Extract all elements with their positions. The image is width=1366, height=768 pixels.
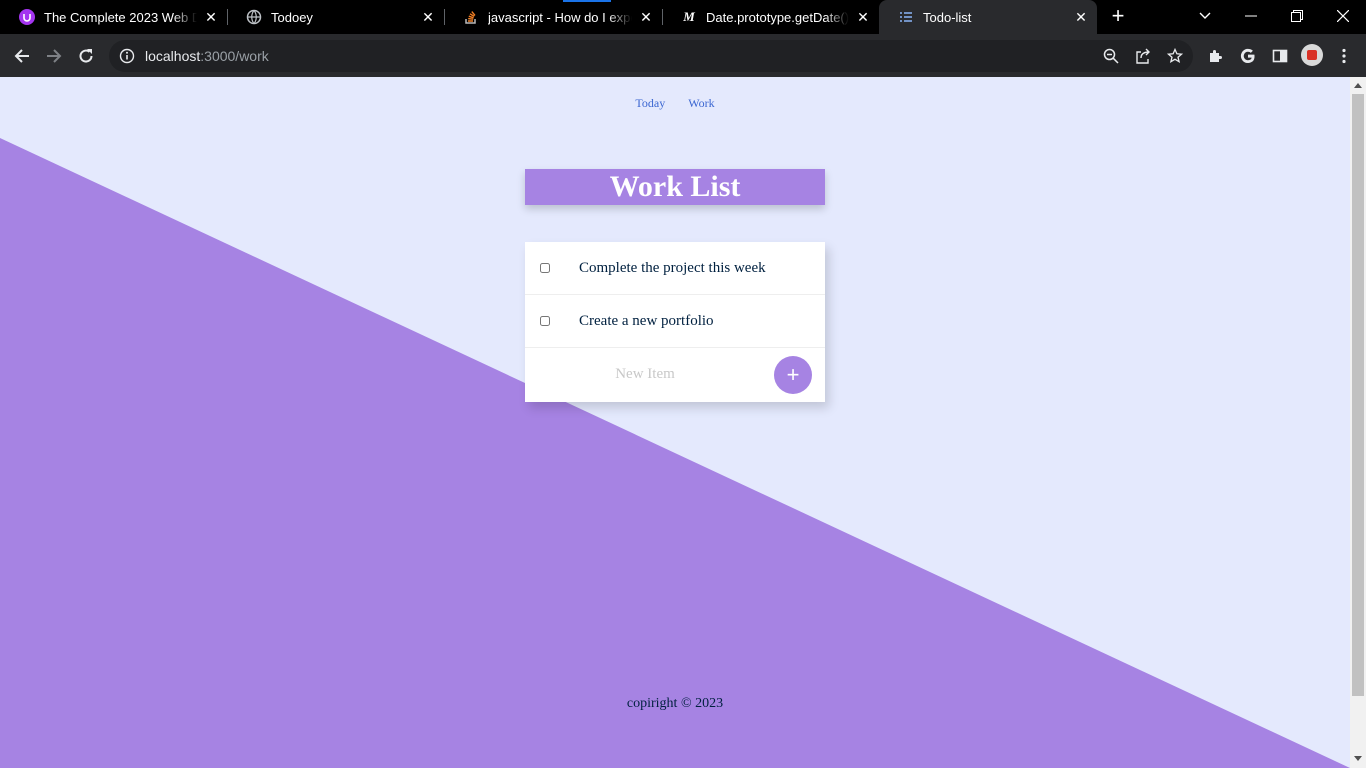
url-host: localhost bbox=[145, 48, 201, 64]
item-checkbox[interactable] bbox=[540, 263, 550, 273]
url-text: localhost:3000/work bbox=[145, 48, 269, 64]
close-icon[interactable]: ✕ bbox=[636, 7, 656, 27]
scroll-up-arrow-icon[interactable] bbox=[1354, 83, 1362, 88]
tab-title: Date.prototype.getDate() - JavaScript | … bbox=[706, 9, 849, 25]
browser-toolbar: localhost:3000/work bbox=[0, 34, 1366, 77]
page-scrollbar[interactable] bbox=[1350, 77, 1366, 768]
arrow-right-icon bbox=[47, 49, 62, 63]
side-panel-icon bbox=[1272, 49, 1288, 63]
udemy-icon bbox=[19, 9, 35, 25]
minimize-icon bbox=[1245, 15, 1257, 17]
item-text: Complete the project this week bbox=[579, 259, 766, 276]
reload-icon bbox=[79, 49, 93, 63]
item-text: Create a new portfolio bbox=[579, 312, 714, 329]
footer-copyright: copiright © 2023 bbox=[626, 696, 724, 711]
info-icon bbox=[119, 48, 135, 64]
restore-button[interactable] bbox=[1274, 0, 1320, 32]
close-icon[interactable]: ✕ bbox=[201, 7, 221, 27]
close-icon[interactable]: ✕ bbox=[1071, 7, 1091, 27]
address-bar[interactable]: localhost:3000/work bbox=[109, 40, 1193, 72]
back-button[interactable] bbox=[8, 42, 36, 70]
list-icon bbox=[898, 9, 914, 25]
url-path: :3000/work bbox=[200, 48, 269, 64]
list-heading: Work List bbox=[525, 169, 825, 205]
tab-todoey[interactable]: Todoey ✕ bbox=[227, 0, 444, 34]
add-item-button[interactable]: + bbox=[774, 356, 812, 394]
menu-button[interactable] bbox=[1330, 42, 1358, 70]
profile-avatar[interactable] bbox=[1301, 44, 1323, 66]
google-extension-button[interactable] bbox=[1234, 42, 1262, 70]
top-nav: Today Work bbox=[0, 96, 1350, 111]
tab-stackoverflow[interactable]: javascript - How do I export a function … bbox=[444, 0, 662, 34]
list-title: Work List bbox=[609, 170, 741, 203]
new-tab-button[interactable]: + bbox=[1106, 5, 1130, 29]
tab-todo-list[interactable]: Todo-list ✕ bbox=[879, 0, 1097, 34]
arrow-left-icon bbox=[14, 49, 29, 63]
mdn-icon: M bbox=[683, 9, 695, 24]
close-window-button[interactable] bbox=[1320, 0, 1366, 32]
scroll-down-arrow-icon[interactable] bbox=[1354, 756, 1362, 761]
stackoverflow-icon bbox=[463, 9, 479, 25]
zoom-button[interactable] bbox=[1099, 46, 1123, 66]
tab-title: Todo-list bbox=[923, 9, 1067, 25]
globe-icon bbox=[246, 9, 262, 25]
close-icon bbox=[1337, 10, 1349, 22]
page-viewport: Today Work Work List Complete the projec… bbox=[0, 77, 1350, 768]
close-icon[interactable]: ✕ bbox=[418, 7, 438, 27]
tab-udemy[interactable]: The Complete 2023 Web Development Bootca… bbox=[0, 0, 227, 34]
item-checkbox[interactable] bbox=[540, 316, 550, 326]
tab-title: javascript - How do I export a function bbox=[488, 9, 632, 25]
side-panel-button[interactable] bbox=[1266, 42, 1294, 70]
close-icon[interactable]: ✕ bbox=[853, 7, 873, 27]
restore-icon bbox=[1291, 10, 1303, 22]
add-item-form: + bbox=[525, 348, 825, 401]
forward-button[interactable] bbox=[40, 42, 68, 70]
bookmark-button[interactable] bbox=[1163, 46, 1187, 66]
reload-button[interactable] bbox=[72, 42, 100, 70]
list-item: Create a new portfolio bbox=[525, 295, 825, 348]
tab-strip: The Complete 2023 Web Development Bootca… bbox=[0, 0, 1366, 34]
tab-mdn[interactable]: M Date.prototype.getDate() - JavaScript … bbox=[662, 0, 879, 34]
kebab-menu-icon bbox=[1342, 48, 1346, 64]
todo-box: Complete the project this week Create a … bbox=[525, 242, 825, 402]
extensions-button[interactable] bbox=[1202, 42, 1230, 70]
minimize-button[interactable] bbox=[1228, 0, 1274, 32]
tab-title: Todoey bbox=[271, 9, 414, 25]
tab-search-button[interactable] bbox=[1182, 0, 1228, 32]
puzzle-icon bbox=[1210, 50, 1222, 62]
star-icon bbox=[1167, 48, 1183, 64]
share-button[interactable] bbox=[1131, 46, 1155, 66]
google-icon bbox=[1240, 48, 1255, 64]
nav-link-today[interactable]: Today bbox=[635, 96, 665, 110]
share-icon bbox=[1136, 48, 1150, 64]
scrollbar-thumb[interactable] bbox=[1352, 94, 1364, 696]
tab-title: The Complete 2023 Web Development Bootca… bbox=[44, 9, 197, 25]
nav-link-work[interactable]: Work bbox=[688, 96, 714, 110]
zoom-out-icon bbox=[1103, 48, 1119, 64]
chevron-down-icon bbox=[1199, 12, 1211, 19]
new-item-input[interactable] bbox=[525, 359, 765, 390]
list-item: Complete the project this week bbox=[525, 242, 825, 295]
